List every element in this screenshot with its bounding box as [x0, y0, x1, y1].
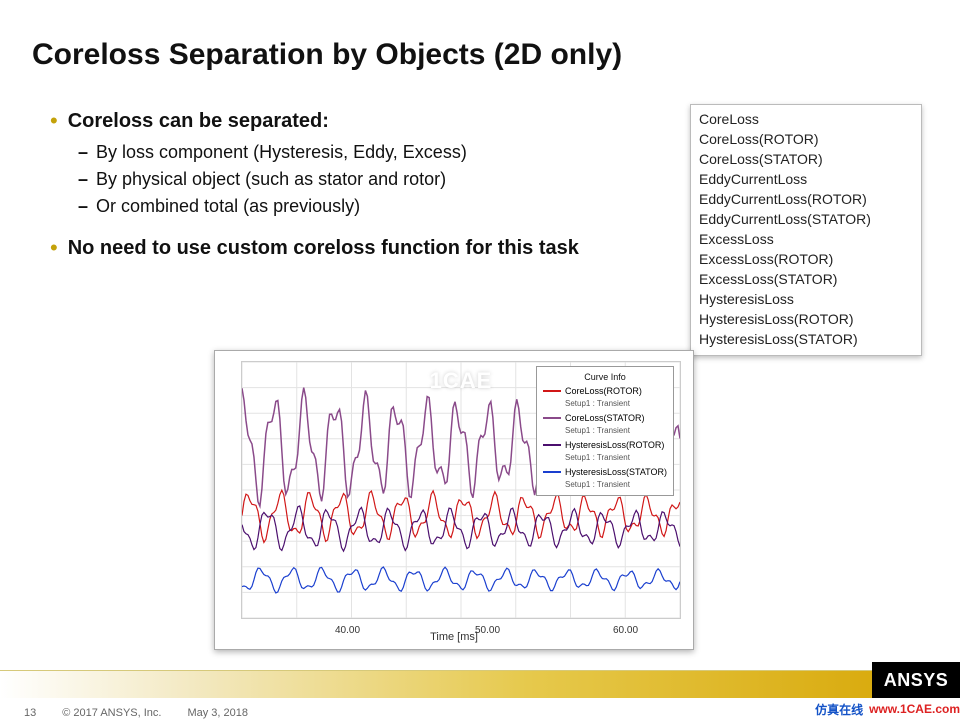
footer-text: 13 © 2017 ANSYS, Inc. May 3, 2018: [24, 707, 248, 719]
sub-bullet-text: By physical object (such as stator and r…: [96, 169, 446, 190]
sub-bullet-text: Or combined total (as previously): [96, 196, 360, 217]
legend-label: HysteresisLoss(STATOR)Setup1 : Transient: [565, 466, 667, 491]
sub-bullet-item: –By physical object (such as stator and …: [78, 169, 670, 190]
cn-text: 仿真在线: [815, 701, 863, 718]
url-text: www.1CAE.com: [869, 702, 960, 716]
page-title: Coreloss Separation by Objects (2D only): [32, 38, 622, 72]
legend-swatch-icon: [543, 444, 561, 446]
legend-label: CoreLoss(STATOR)Setup1 : Transient: [565, 412, 645, 437]
list-item[interactable]: HysteresisLoss(STATOR): [699, 329, 913, 349]
sub-bullet-list: –By loss component (Hysteresis, Eddy, Ex…: [78, 142, 670, 217]
quantity-listbox[interactable]: CoreLoss CoreLoss(ROTOR) CoreLoss(STATOR…: [690, 104, 922, 356]
list-item[interactable]: ExcessLoss(ROTOR): [699, 249, 913, 269]
list-item[interactable]: EddyCurrentLoss(STATOR): [699, 209, 913, 229]
list-item[interactable]: CoreLoss(ROTOR): [699, 129, 913, 149]
list-item[interactable]: CoreLoss: [699, 109, 913, 129]
legend-swatch-icon: [543, 390, 561, 392]
sub-bullet-item: –Or combined total (as previously): [78, 196, 670, 217]
legend-row: CoreLoss(ROTOR)Setup1 : Transient: [543, 385, 667, 410]
list-item[interactable]: ExcessLoss: [699, 229, 913, 249]
sub-bullet-item: –By loss component (Hysteresis, Eddy, Ex…: [78, 142, 670, 163]
list-item[interactable]: HysteresisLoss: [699, 289, 913, 309]
sub-bullet-text: By loss component (Hysteresis, Eddy, Exc…: [96, 142, 467, 163]
coreloss-chart: 1CAE Curve Info CoreLoss(ROTOR)Setup1 : …: [214, 350, 694, 650]
legend-title: Curve Info: [543, 371, 667, 383]
bullet-text: No need to use custom coreloss function …: [68, 235, 579, 261]
bullet-icon: •: [50, 108, 58, 134]
dash-icon: –: [78, 142, 88, 163]
source-watermark: 仿真在线 www.1CAE.com: [815, 698, 960, 720]
bullet-text: Coreloss can be separated:: [68, 108, 329, 134]
legend-row: CoreLoss(STATOR)Setup1 : Transient: [543, 412, 667, 437]
legend-row: HysteresisLoss(STATOR)Setup1 : Transient: [543, 466, 667, 491]
list-item[interactable]: EddyCurrentLoss(ROTOR): [699, 189, 913, 209]
legend-row: HysteresisLoss(ROTOR)Setup1 : Transient: [543, 439, 667, 464]
list-item[interactable]: ExcessLoss(STATOR): [699, 269, 913, 289]
watermark-text: 1CAE: [430, 368, 493, 394]
x-tick: 60.00: [613, 625, 638, 636]
footer-date: May 3, 2018: [187, 707, 248, 719]
dash-icon: –: [78, 169, 88, 190]
x-axis-label: Time [ms]: [430, 631, 478, 643]
bullet-item: • No need to use custom coreloss functio…: [50, 235, 670, 261]
legend-swatch-icon: [543, 417, 561, 419]
list-item[interactable]: EddyCurrentLoss: [699, 169, 913, 189]
chart-legend: Curve Info CoreLoss(ROTOR)Setup1 : Trans…: [536, 366, 674, 496]
copyright: © 2017 ANSYS, Inc.: [62, 707, 161, 719]
chart-plot-area: 1CAE Curve Info CoreLoss(ROTOR)Setup1 : …: [241, 361, 681, 619]
page-number: 13: [24, 707, 36, 719]
list-item[interactable]: CoreLoss(STATOR): [699, 149, 913, 169]
list-item[interactable]: HysteresisLoss(ROTOR): [699, 309, 913, 329]
bullet-list: • Coreloss can be separated: –By loss co…: [50, 108, 670, 261]
x-tick: 50.00: [475, 625, 500, 636]
footer-bar: [0, 670, 960, 698]
dash-icon: –: [78, 196, 88, 217]
legend-swatch-icon: [543, 471, 561, 473]
bullet-item: • Coreloss can be separated: –By loss co…: [50, 108, 670, 217]
content-body: • Coreloss can be separated: –By loss co…: [50, 108, 670, 279]
legend-label: CoreLoss(ROTOR)Setup1 : Transient: [565, 385, 642, 410]
bullet-icon: •: [50, 235, 58, 261]
ansys-logo: ANSYS: [872, 662, 960, 698]
x-tick: 40.00: [335, 625, 360, 636]
legend-label: HysteresisLoss(ROTOR)Setup1 : Transient: [565, 439, 664, 464]
slide: Coreloss Separation by Objects (2D only)…: [0, 0, 960, 720]
